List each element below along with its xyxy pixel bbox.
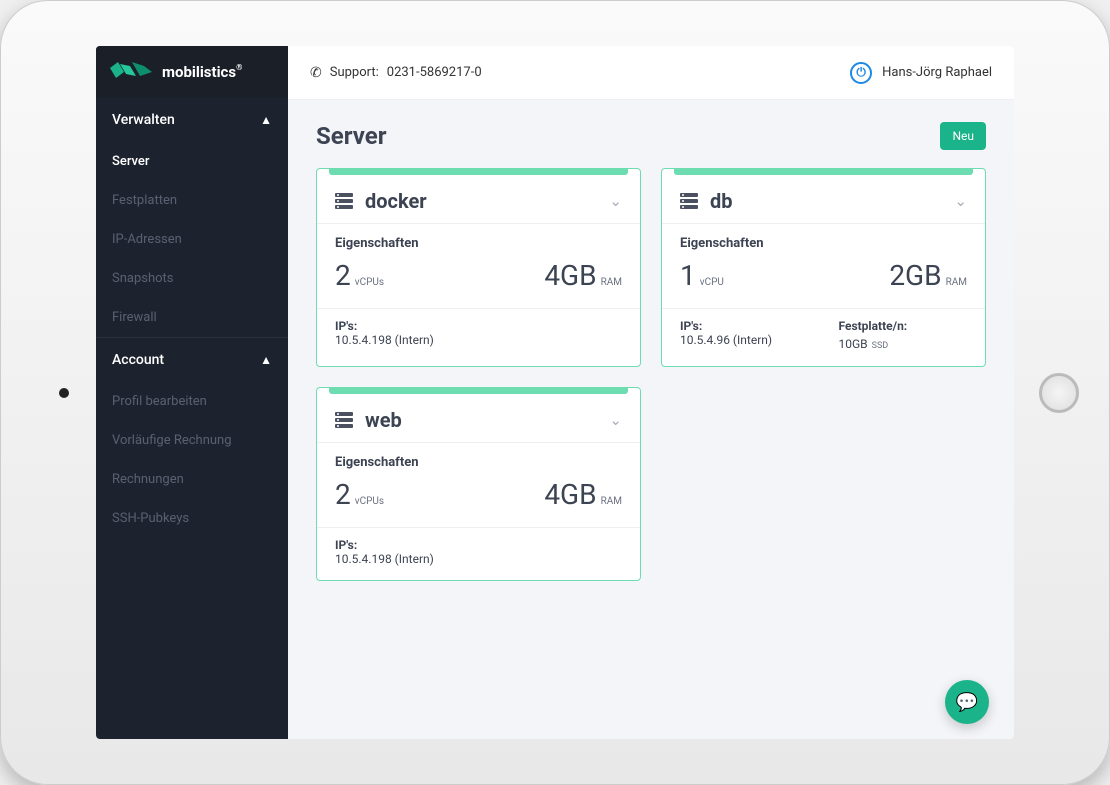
server-name: web (365, 408, 609, 432)
ram-amount: 4GB (544, 259, 596, 292)
ip-value: 10.5.4.96 (Intern) (680, 333, 809, 347)
server-name: docker (365, 189, 609, 213)
ips-label: IP's: (680, 319, 809, 333)
properties-heading: Eigenschaften (335, 236, 622, 251)
tablet-frame: mobilistics Verwalten ▲ Server Festplatt… (0, 0, 1110, 785)
server-icon (335, 193, 353, 209)
cpu-unit: vCPUs (355, 277, 384, 288)
main-column: ✆ Support: 0231-5869217-0 ⏻ Hans-Jörg Ra… (288, 46, 1014, 739)
nav-item-firewall[interactable]: Firewall (96, 298, 288, 337)
phone-icon: ✆ (310, 65, 322, 81)
sidebar: mobilistics Verwalten ▲ Server Festplatt… (96, 46, 288, 739)
nav-group-account[interactable]: Account ▲ (96, 338, 288, 382)
user-menu[interactable]: ⏻ Hans-Jörg Raphael (850, 62, 992, 84)
topbar: ✆ Support: 0231-5869217-0 ⏻ Hans-Jörg Ra… (288, 46, 1014, 100)
nav-item-profil[interactable]: Profil bearbeiten (96, 382, 288, 421)
chat-icon: 💬 (956, 692, 978, 713)
nav-item-rechnungen[interactable]: Rechnungen (96, 460, 288, 499)
cpu-unit: vCPUs (355, 496, 384, 507)
chevron-up-icon: ▲ (260, 113, 272, 127)
properties-heading: Eigenschaften (335, 455, 622, 470)
server-icon (680, 193, 698, 209)
cpu-count: 1 (680, 259, 696, 292)
support-info[interactable]: ✆ Support: 0231-5869217-0 (310, 65, 482, 81)
page-title: Server (316, 122, 387, 150)
ram-unit: RAM (601, 496, 622, 507)
support-label: Support: (330, 65, 379, 80)
content-area: Server Neu docker ⌄ (288, 100, 1014, 739)
ram-amount: 2GB (889, 259, 941, 292)
ip-value: 10.5.4.198 (Intern) (335, 333, 622, 347)
nav-group-manage[interactable]: Verwalten ▲ (96, 98, 288, 142)
server-card-web[interactable]: web ⌄ Eigenschaften 2 vCPUs 4GB RAM (316, 387, 641, 581)
new-server-button[interactable]: Neu (940, 122, 986, 150)
ram-amount: 4GB (544, 478, 596, 511)
cpu-unit: vCPU (700, 277, 724, 288)
server-icon (335, 412, 353, 428)
server-name: db (710, 189, 954, 213)
cpu-count: 2 (335, 478, 351, 511)
server-grid: docker ⌄ Eigenschaften 2 vCPUs 4GB RAM (316, 168, 986, 581)
nav-group-account-label: Account (112, 352, 164, 368)
ram-unit: RAM (946, 277, 967, 288)
ip-value: 10.5.4.198 (Intern) (335, 552, 622, 566)
nav-item-ssh-pubkeys[interactable]: SSH-Pubkeys (96, 499, 288, 538)
properties-heading: Eigenschaften (680, 236, 967, 251)
app-screen: mobilistics Verwalten ▲ Server Festplatt… (96, 46, 1014, 739)
server-card-docker[interactable]: docker ⌄ Eigenschaften 2 vCPUs 4GB RAM (316, 168, 641, 367)
nav-item-server[interactable]: Server (96, 142, 288, 181)
power-icon: ⏻ (850, 62, 872, 84)
disk-unit: SSD (872, 341, 889, 351)
disk-value: 10GB (839, 337, 868, 351)
brand[interactable]: mobilistics (96, 46, 288, 98)
user-name: Hans-Jörg Raphael (882, 65, 992, 80)
cpu-count: 2 (335, 259, 351, 292)
brand-logo-icon (110, 62, 152, 82)
nav-item-festplatten[interactable]: Festplatten (96, 181, 288, 220)
nav-group-manage-label: Verwalten (112, 112, 175, 128)
tablet-home-button[interactable] (1039, 373, 1079, 413)
support-number: 0231-5869217-0 (387, 65, 482, 80)
nav-item-snapshots[interactable]: Snapshots (96, 259, 288, 298)
chat-fab[interactable]: 💬 (945, 680, 989, 724)
ips-label: IP's: (335, 538, 622, 552)
chevron-down-icon[interactable]: ⌄ (609, 411, 622, 429)
nav-item-ip-adressen[interactable]: IP-Adressen (96, 220, 288, 259)
chevron-down-icon[interactable]: ⌄ (954, 192, 967, 210)
chevron-down-icon[interactable]: ⌄ (609, 192, 622, 210)
nav-item-vorlaeufige-rechnung[interactable]: Vorläufige Rechnung (96, 421, 288, 460)
ram-unit: RAM (601, 277, 622, 288)
tablet-camera (59, 388, 69, 398)
ips-label: IP's: (335, 319, 622, 333)
brand-name: mobilistics (162, 63, 242, 81)
disk-label: Festplatte/n: (839, 319, 968, 333)
server-card-db[interactable]: db ⌄ Eigenschaften 1 vCPU 2GB RAM (661, 168, 986, 367)
chevron-up-icon: ▲ (260, 353, 272, 367)
